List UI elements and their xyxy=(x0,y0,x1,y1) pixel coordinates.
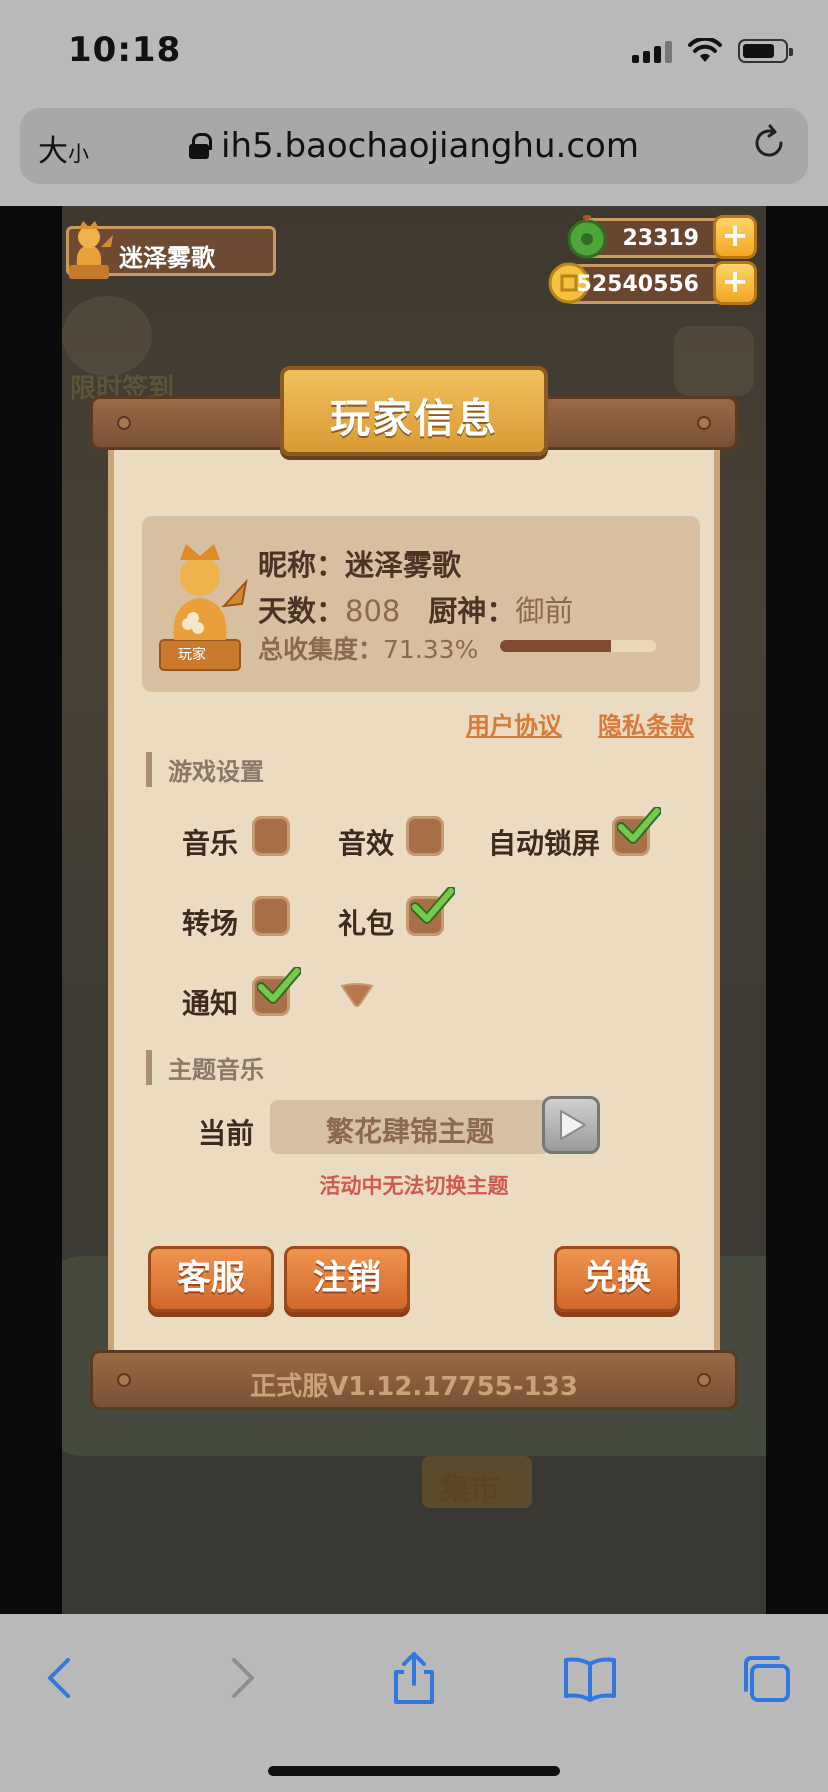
reload-icon[interactable] xyxy=(748,122,790,164)
nickname-row: 昵称：迷泽雾歌 xyxy=(258,548,462,582)
coin-counter: 52540556 + xyxy=(548,261,757,305)
forward-icon[interactable] xyxy=(212,1650,268,1706)
home-indicator xyxy=(268,1766,560,1776)
url-text: ih5.baochaojianghu.com xyxy=(221,126,639,166)
modal-title: 玩家信息 xyxy=(330,396,498,442)
redeem-button[interactable]: 兑换 xyxy=(554,1246,680,1312)
days-row: 天数：808 厨神：御前 xyxy=(258,594,574,628)
nail-icon xyxy=(117,1373,131,1387)
theme-switch-note: 活动中无法切换主题 xyxy=(319,1174,509,1198)
collection-row: 总收集度：71.33% xyxy=(258,635,479,664)
nail-icon xyxy=(697,1373,711,1387)
transition-checkbox[interactable] xyxy=(252,896,290,936)
address-bar[interactable]: 大小 ih5.baochaojianghu.com xyxy=(20,108,808,184)
status-bar: 10:18 xyxy=(0,0,828,100)
setting-auto-lock[interactable]: 自动锁屏 xyxy=(488,807,678,860)
tabs-icon[interactable] xyxy=(738,1650,794,1706)
collection-progress-fill xyxy=(500,640,612,652)
chef-value: 御前 xyxy=(515,594,574,628)
wifi-icon xyxy=(688,38,722,62)
theme-select[interactable]: 繁花肆锦主题 xyxy=(270,1100,550,1154)
bg-market-label: 集市 xyxy=(440,1472,500,1507)
jade-counter: 23319 + xyxy=(567,215,757,259)
theme-current-label: 当前 xyxy=(198,1117,255,1150)
player-chip[interactable]: 迷泽雾歌 xyxy=(66,221,276,279)
logout-button[interactable]: 注销 xyxy=(284,1246,410,1312)
bg-sign-in-icon xyxy=(62,296,152,376)
player-avatar-icon xyxy=(69,221,113,279)
theme-music-heading: 主题音乐 xyxy=(146,1050,264,1085)
collection-value: 71.33% xyxy=(383,635,479,664)
play-icon xyxy=(560,1110,586,1140)
plus-icon: + xyxy=(721,262,749,300)
back-icon[interactable] xyxy=(34,1650,90,1706)
browser-toolbar xyxy=(0,1614,828,1792)
plus-icon: + xyxy=(721,216,749,254)
game-viewport: 限时签到 集市 迷泽雾歌 23319 + 52540556 + 玩家 昵称：迷泽… xyxy=(0,206,828,1614)
support-button[interactable]: 客服 xyxy=(148,1246,274,1312)
add-jade-button[interactable]: + xyxy=(713,215,757,259)
coin-value: 52540556 xyxy=(576,272,699,297)
game-canvas: 限时签到 集市 迷泽雾歌 23319 + 52540556 + 玩家 昵称：迷泽… xyxy=(62,206,766,1614)
jade-value: 23319 xyxy=(622,226,699,251)
modal-bottom-bar: 正式服V1.12.17755-133 xyxy=(90,1350,738,1410)
player-badge: 玩家 xyxy=(178,647,206,663)
modal-title-plate: 玩家信息 xyxy=(280,366,548,456)
checkmark-icon xyxy=(257,967,301,1004)
setting-music[interactable]: 音乐 xyxy=(182,816,302,860)
user-agreement-link[interactable]: 用户协议 xyxy=(466,706,562,741)
sfx-checkbox[interactable] xyxy=(406,816,444,856)
music-checkbox[interactable] xyxy=(252,816,290,856)
add-coin-button[interactable]: + xyxy=(713,261,757,305)
bookmarks-icon[interactable] xyxy=(562,1650,618,1706)
status-time: 10:18 xyxy=(68,30,182,70)
signal-icon xyxy=(632,39,672,63)
battery-icon xyxy=(738,39,793,63)
setting-gift[interactable]: 礼包 xyxy=(338,887,458,940)
theme-name: 繁花肆锦主题 xyxy=(325,1115,494,1148)
version-text: 正式服V1.12.17755-133 xyxy=(250,1372,578,1402)
privacy-link[interactable]: 隐私条款 xyxy=(598,706,694,741)
bg-chat-icon xyxy=(674,326,754,396)
setting-notify[interactable]: 通知 xyxy=(182,967,302,1020)
notify-checkbox[interactable] xyxy=(252,967,301,1016)
nail-icon xyxy=(117,416,131,430)
share-icon[interactable] xyxy=(386,1650,442,1706)
jade-icon xyxy=(567,215,607,259)
theme-play-button[interactable] xyxy=(542,1096,600,1154)
auto-lock-checkbox[interactable] xyxy=(612,807,661,856)
days-value: 808 xyxy=(345,594,401,628)
player-info-modal: 玩家 昵称：迷泽雾歌 天数：808 厨神：御前 总收集度：71.33% 用户协议 … xyxy=(108,450,720,1350)
url-display[interactable]: ih5.baochaojianghu.com xyxy=(20,126,808,166)
checkmark-icon xyxy=(411,887,455,924)
collection-progress xyxy=(500,640,656,652)
checkmark-icon xyxy=(617,807,661,844)
setting-sfx[interactable]: 音效 xyxy=(338,816,458,860)
status-icons xyxy=(632,38,793,64)
browser-address-area: 大小 ih5.baochaojianghu.com xyxy=(0,100,828,206)
nail-icon xyxy=(697,416,711,430)
player-name: 迷泽雾歌 xyxy=(119,244,215,272)
expand-more-icon[interactable] xyxy=(340,980,374,1008)
profile-card: 玩家 昵称：迷泽雾歌 天数：808 厨神：御前 总收集度：71.33% xyxy=(142,516,700,692)
game-settings-heading: 游戏设置 xyxy=(146,752,264,787)
lock-icon xyxy=(189,133,213,159)
setting-transition[interactable]: 转场 xyxy=(182,896,302,940)
gift-checkbox[interactable] xyxy=(406,887,455,936)
